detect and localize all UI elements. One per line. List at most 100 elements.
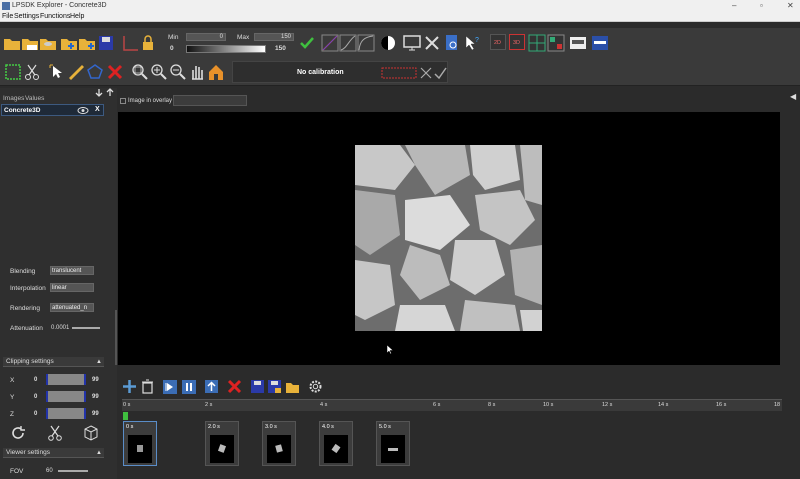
histogram-linear-icon[interactable] <box>321 34 339 52</box>
arrow-up-icon[interactable] <box>106 88 114 97</box>
export-icon[interactable] <box>204 379 219 394</box>
keyframe[interactable]: 0 s <box>123 421 157 466</box>
playhead[interactable] <box>123 412 128 420</box>
tab-values[interactable]: Values <box>25 95 44 102</box>
min-spinbox[interactable]: 0 <box>186 33 226 41</box>
view-3d-button[interactable]: 3D <box>509 34 525 50</box>
save-as-animation-icon[interactable] <box>267 379 282 394</box>
calibrate-check-icon[interactable] <box>433 66 447 80</box>
save-icon[interactable] <box>97 34 115 52</box>
collapse-up-icon: ▲ <box>96 359 102 365</box>
clip-scissors-icon[interactable] <box>47 425 63 441</box>
keyframe-thumbnail <box>267 435 291 463</box>
layer-close-button[interactable]: X <box>95 106 100 113</box>
cube-icon[interactable] <box>83 425 99 441</box>
zoom-in-icon[interactable] <box>150 63 168 81</box>
pan-hand-icon[interactable] <box>188 63 206 81</box>
reset-rotate-icon[interactable] <box>10 425 26 441</box>
document-search-icon[interactable] <box>443 34 461 52</box>
attenuation-label: Attenuation <box>10 325 43 332</box>
clip-x-slider[interactable] <box>46 374 86 385</box>
pause-icon[interactable] <box>182 380 196 394</box>
clip-z-slider[interactable] <box>46 408 86 419</box>
clip-x-min: 0 <box>34 377 38 383</box>
select-roi-icon[interactable] <box>4 63 22 81</box>
menu-file[interactable]: File <box>2 13 13 20</box>
clipping-settings-title: Clipping settings <box>6 358 54 365</box>
ruler-icon[interactable] <box>67 63 85 81</box>
keyframe[interactable]: 4.0 s <box>319 421 353 466</box>
viewer-settings-header[interactable]: Viewer settings ▲ <box>3 448 104 458</box>
close-button[interactable]: ✕ <box>787 1 794 10</box>
lock-icon[interactable] <box>139 34 157 52</box>
histogram-log-icon[interactable] <box>357 34 375 52</box>
view-2d-button[interactable]: 2D <box>490 34 506 50</box>
polygon-icon[interactable] <box>86 63 104 81</box>
open-database-icon[interactable] <box>39 34 57 52</box>
range-slider[interactable] <box>186 45 266 53</box>
monitor-icon[interactable] <box>403 34 421 52</box>
menu-help[interactable]: Help <box>70 13 84 20</box>
grid-view-icon[interactable] <box>528 34 546 52</box>
save-animation-icon[interactable] <box>250 379 265 394</box>
scissors-icon[interactable] <box>23 63 41 81</box>
overlay-checkbox[interactable] <box>120 98 126 104</box>
gear-icon[interactable] <box>308 379 323 394</box>
axes-icon[interactable] <box>121 34 139 52</box>
tools-icon[interactable] <box>423 34 441 52</box>
visibility-eye-icon[interactable] <box>77 106 89 115</box>
arrow-down-icon[interactable] <box>95 88 103 97</box>
overlay-control: Image in overlay <box>118 95 248 107</box>
collapse-left-icon[interactable]: ◀ <box>790 92 796 101</box>
scale-bar-icon[interactable] <box>381 67 417 79</box>
menu-functions[interactable]: Functions <box>40 13 70 20</box>
panel-scrollbar[interactable] <box>115 310 117 365</box>
maximize-button[interactable]: ▫ <box>760 1 763 10</box>
clear-animation-icon[interactable] <box>227 379 242 394</box>
add-keyframe-icon[interactable] <box>122 379 137 394</box>
histogram-curve-icon[interactable] <box>339 34 357 52</box>
zoom-out-icon[interactable] <box>169 63 187 81</box>
interpolation-label: Interpolation <box>10 285 46 292</box>
new-image-icon[interactable] <box>60 34 78 52</box>
contrast-icon[interactable] <box>379 34 397 52</box>
pointer-select-icon[interactable] <box>48 63 66 81</box>
tick-label: 12 s <box>602 402 613 408</box>
tick-label: 8 s <box>488 402 496 408</box>
attenuation-slider[interactable] <box>72 327 100 329</box>
keyframe[interactable]: 5.0 s <box>376 421 410 466</box>
apply-check-icon[interactable] <box>298 34 316 52</box>
overlay-select[interactable] <box>173 95 247 106</box>
open-folder-icon[interactable] <box>3 34 21 52</box>
rendering-select[interactable]: attenuated_n <box>50 303 94 312</box>
keyframe[interactable]: 3.0 s <box>262 421 296 466</box>
keyframe[interactable]: 2.0 s <box>205 421 239 466</box>
overlay-label: Image in overlay <box>128 98 173 104</box>
menu-settings[interactable]: Settings <box>14 13 39 20</box>
open-folder-lcw-icon[interactable] <box>21 34 39 52</box>
interpolation-select[interactable]: linear <box>50 283 94 292</box>
calibrate-tools-icon[interactable] <box>419 66 433 80</box>
add-image-icon[interactable] <box>78 34 96 52</box>
open-animation-icon[interactable] <box>285 379 300 394</box>
multi-view-icon[interactable] <box>547 34 565 52</box>
minimize-button[interactable]: – <box>732 1 736 10</box>
clipping-settings-header[interactable]: Clipping settings ▲ <box>3 357 104 367</box>
tab-images[interactable]: Images <box>3 95 24 102</box>
timeline-ruler[interactable]: 0 s 2 s 4 s 6 s 8 s 10 s 12 s 14 s 16 s … <box>122 399 782 411</box>
help-cursor-icon[interactable]: ? <box>463 34 481 52</box>
max-label: Max <box>237 34 250 41</box>
home-icon[interactable] <box>207 63 225 81</box>
zoom-fit-icon[interactable] <box>131 63 149 81</box>
clip-y-slider[interactable] <box>46 391 86 402</box>
max-spinbox[interactable]: 150 <box>254 33 294 41</box>
play-step-icon[interactable] <box>163 380 177 394</box>
blending-select[interactable]: translucent <box>50 266 94 275</box>
layer-item[interactable]: Concrete3D X <box>1 104 104 116</box>
delete-roi-icon[interactable] <box>106 63 124 81</box>
keyframe-thumbnail <box>128 435 152 463</box>
keyframe-time: 3.0 s <box>265 424 277 430</box>
trash-icon[interactable] <box>140 379 155 394</box>
fov-slider[interactable] <box>58 470 88 472</box>
roi-toolbar: No calibration <box>0 58 800 86</box>
